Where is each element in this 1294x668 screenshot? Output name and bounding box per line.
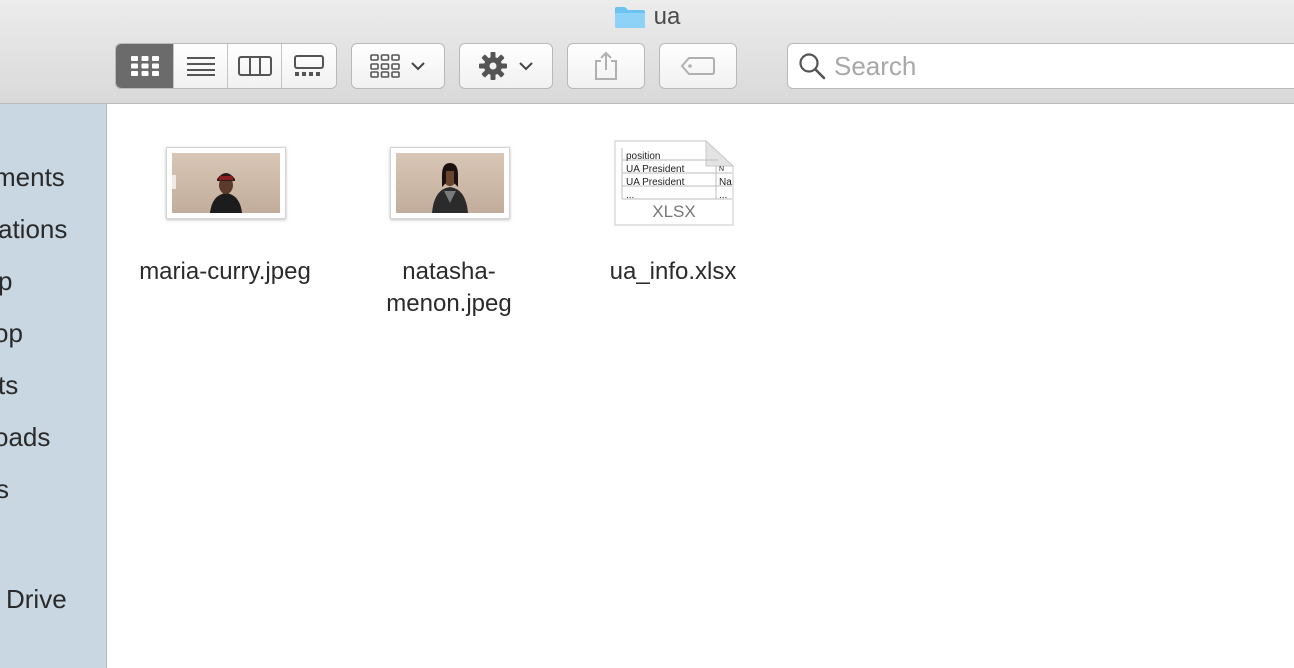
list-icon — [186, 57, 215, 76]
search-icon — [799, 53, 826, 80]
window-title: ua — [653, 3, 681, 30]
sidebar: ments ations p op ts oads s Drive — [0, 104, 107, 668]
share-button[interactable] — [567, 43, 645, 89]
image-thumbnail — [166, 147, 286, 219]
file-item[interactable]: maria-curry.jpeg — [113, 144, 337, 324]
file-name: natasha- menon.jpeg — [386, 258, 512, 317]
sidebar-item-label: p — [0, 266, 12, 296]
sidebar-item-label: Drive — [6, 584, 67, 614]
sidebar-item-desktop[interactable]: p — [0, 266, 12, 297]
photo-preview — [172, 153, 280, 213]
chevron-down-icon — [411, 62, 425, 71]
sidebar-item-drive[interactable]: Drive — [6, 584, 67, 615]
group-icon — [370, 54, 400, 78]
chevron-down-icon — [519, 62, 533, 71]
folder-icon — [614, 5, 646, 29]
tag-icon — [680, 57, 715, 75]
sidebar-item-documents[interactable]: ments — [0, 162, 65, 193]
share-icon — [595, 51, 617, 80]
search-field[interactable] — [787, 43, 1294, 89]
tags-button[interactable] — [659, 43, 737, 89]
column-view-button[interactable] — [228, 44, 282, 88]
sidebar-item-label: ts — [0, 370, 19, 400]
sheet-column-2: N Na ... — [719, 166, 732, 201]
file-name: ua_info.xlsx — [609, 258, 737, 285]
spreadsheet-thumbnail: position UA President UA President ... N… — [614, 139, 735, 226]
sidebar-item-label: op — [0, 318, 23, 348]
toolbar: ua — [0, 0, 1294, 104]
photo-preview — [396, 153, 504, 213]
grid-icon — [130, 56, 159, 76]
sidebar-item-label: ations — [0, 214, 68, 244]
image-thumbnail — [390, 147, 510, 219]
sidebar-item-applications[interactable]: ations — [0, 214, 67, 245]
list-view-button[interactable] — [174, 44, 228, 88]
search-input[interactable] — [834, 50, 1274, 82]
group-by-button[interactable] — [351, 43, 445, 89]
sidebar-item-desktop-2[interactable]: op — [0, 318, 23, 349]
file-browser-area: maria-curry.jpeg natasha- menon.jpeg pos… — [108, 104, 1294, 668]
sidebar-item-other[interactable]: s — [0, 474, 9, 505]
sidebar-item-documents-2[interactable]: ts — [0, 370, 18, 401]
gallery-icon — [294, 55, 324, 76]
sheet-column: position UA President UA President ... — [626, 151, 685, 201]
file-name: maria-curry.jpeg — [139, 258, 311, 285]
sidebar-item-label: ments — [0, 162, 65, 192]
sidebar-item-label: s — [0, 474, 9, 504]
sidebar-item-downloads[interactable]: oads — [0, 422, 50, 453]
view-mode-control — [115, 43, 337, 89]
file-item[interactable]: position UA President UA President ... N… — [561, 139, 785, 324]
gallery-view-button[interactable] — [282, 44, 336, 88]
file-item[interactable]: natasha- menon.jpeg — [337, 144, 561, 344]
window-title-bar: ua — [0, 2, 1294, 32]
action-menu-button[interactable] — [459, 43, 553, 89]
file-extension-label: XLSX — [652, 202, 696, 221]
sidebar-item-label: oads — [0, 422, 51, 452]
columns-icon — [237, 56, 272, 76]
icon-view-button[interactable] — [116, 44, 174, 88]
gear-icon — [479, 52, 507, 80]
